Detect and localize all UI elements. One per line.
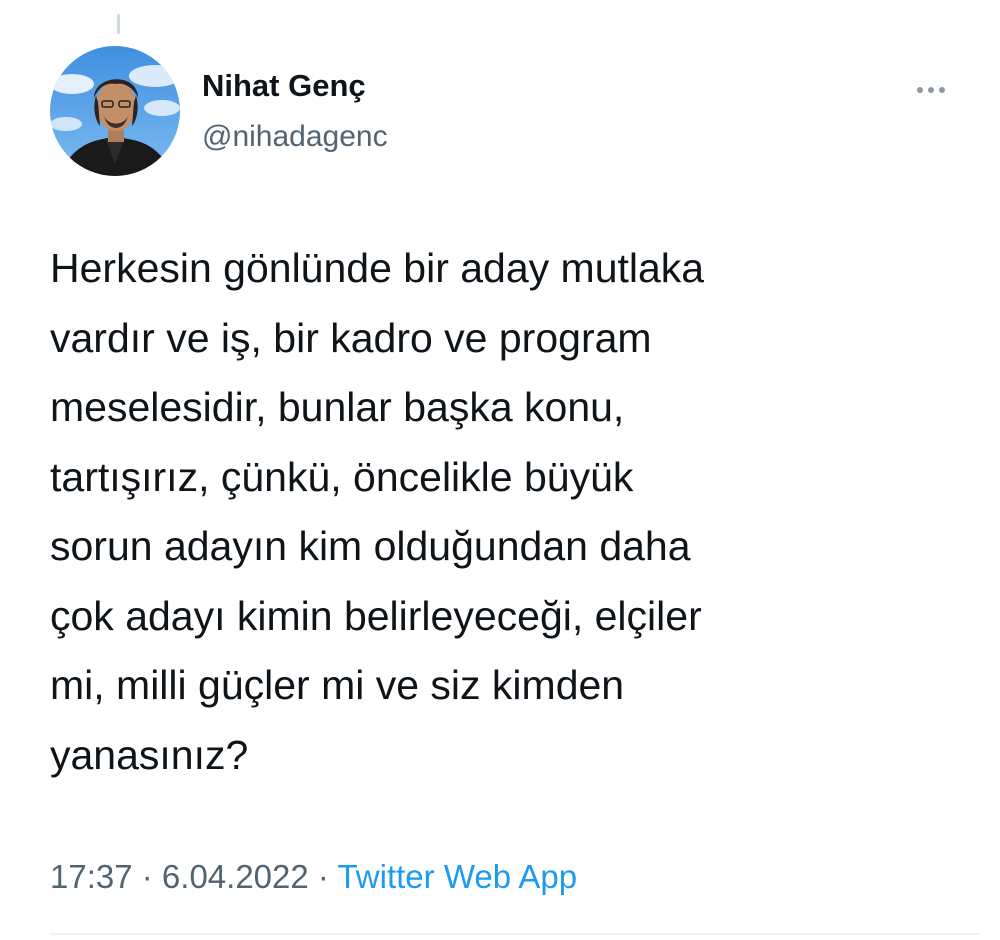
meta-separator: · [308,858,338,895]
tweet-text-line: mi, milli güçler mi ve siz kimden [50,662,625,708]
author-name[interactable]: Nihat Genç [202,68,366,104]
tweet-text-line: vardır ve iş, bir kadro ve program [50,314,652,361]
ellipsis-icon [917,87,923,93]
divider [50,933,980,935]
thread-connector-line [117,14,120,34]
tweet-date[interactable]: 6.04.2022 [162,858,309,895]
profile-photo-icon [50,46,180,176]
tweet-metadata: 17:37 · 6.04.2022 · Twitter Web App [50,858,577,896]
meta-separator: · [132,858,162,895]
author-handle[interactable]: @nihadagenc [202,120,388,154]
tweet-text-line: tartışırız, çünkü, öncelikle büyük [50,453,634,500]
ellipsis-icon [928,87,934,93]
tweet-text-line: yanasınız? [50,731,249,778]
tweet-text-line: Herkesin gönlünde bir aday mutlaka [50,245,705,291]
tweet-time[interactable]: 17:37 [50,858,133,895]
tweet-source-link[interactable]: Twitter Web App [337,858,577,895]
avatar[interactable] [50,46,180,176]
tweet-text-line: meselesidir, bunlar başka konu, [50,384,625,430]
tweet-text: Herkesin gönlünde bir aday mutlaka vardı… [50,234,980,790]
tweet-text-line: çok adayı kimin belirleyeceği, elçiler [50,592,702,639]
ellipsis-icon [939,87,945,93]
more-options-button[interactable] [904,74,958,106]
tweet-text-line: sorun adayın kim olduğundan daha [50,523,691,569]
